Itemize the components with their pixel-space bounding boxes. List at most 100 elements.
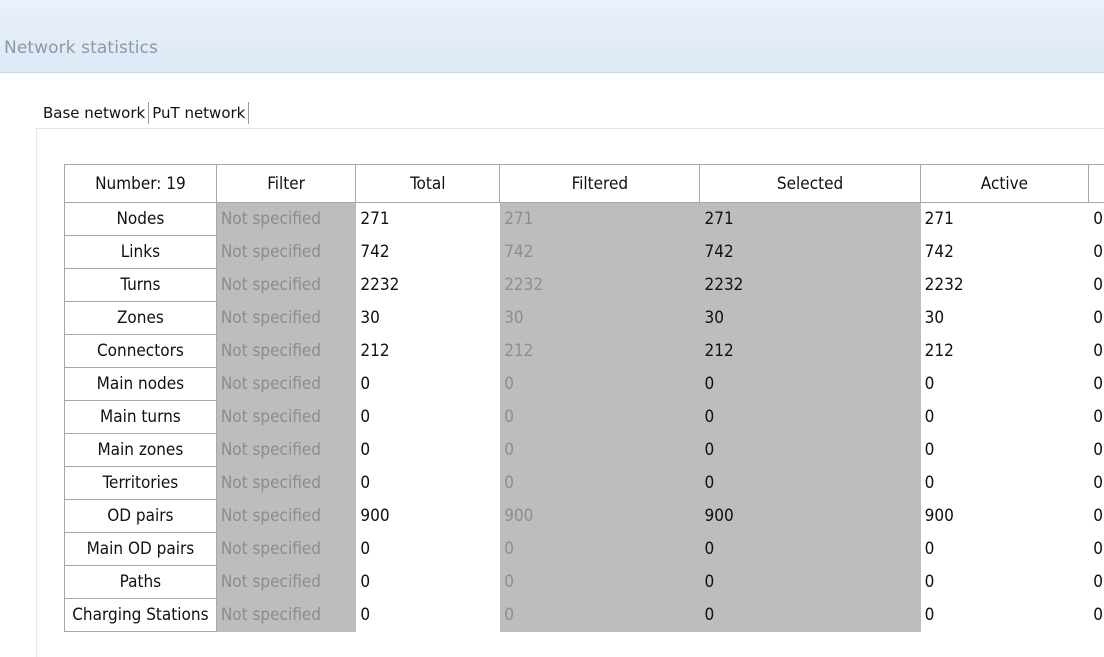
- active-cell[interactable]: 0: [919, 400, 1090, 434]
- total-cell[interactable]: 0: [355, 367, 501, 401]
- active-cell[interactable]: 0: [919, 466, 1090, 500]
- selected-cell[interactable]: 30: [699, 301, 921, 335]
- selected-cell[interactable]: 271: [699, 202, 921, 236]
- filtered-cell[interactable]: 0: [499, 433, 701, 467]
- filter-cell[interactable]: Not specified: [215, 334, 357, 368]
- tab-base-network[interactable]: Base network: [40, 102, 150, 124]
- row-header[interactable]: Main zones: [64, 433, 217, 467]
- selected-cell[interactable]: 0: [699, 598, 921, 632]
- extra-cell[interactable]: 0: [1088, 598, 1104, 632]
- total-cell[interactable]: 2232: [355, 268, 501, 302]
- extra-cell[interactable]: 0: [1088, 532, 1104, 566]
- header-filtered[interactable]: Filtered: [499, 164, 701, 203]
- table-row[interactable]: Connectors Not specified 212 212 212 212 0: [64, 334, 1104, 368]
- row-header[interactable]: OD pairs: [64, 499, 217, 533]
- selected-cell[interactable]: 0: [699, 466, 921, 500]
- selected-cell[interactable]: 0: [699, 367, 921, 401]
- filter-cell[interactable]: Not specified: [215, 565, 357, 599]
- header-filter[interactable]: Filter: [215, 164, 357, 203]
- selected-cell[interactable]: 2232: [699, 268, 921, 302]
- filtered-cell[interactable]: 271: [499, 202, 701, 236]
- table-row[interactable]: Zones Not specified 30 30 30 30 0: [64, 301, 1104, 335]
- header-number[interactable]: Number: 19: [64, 164, 217, 203]
- extra-cell[interactable]: 0: [1088, 466, 1104, 500]
- filtered-cell[interactable]: 30: [499, 301, 701, 335]
- total-cell[interactable]: 0: [355, 433, 501, 467]
- extra-cell[interactable]: 0: [1088, 565, 1104, 599]
- filter-cell[interactable]: Not specified: [215, 235, 357, 269]
- selected-cell[interactable]: 0: [699, 433, 921, 467]
- table-row[interactable]: Main turns Not specified 0 0 0 0 0: [64, 400, 1104, 434]
- filter-cell[interactable]: Not specified: [215, 301, 357, 335]
- active-cell[interactable]: 271: [919, 202, 1090, 236]
- header-extra[interactable]: [1088, 164, 1104, 203]
- table-row[interactable]: OD pairs Not specified 900 900 900 900 0: [64, 499, 1104, 533]
- active-cell[interactable]: 30: [919, 301, 1090, 335]
- extra-cell[interactable]: 0: [1088, 235, 1104, 269]
- selected-cell[interactable]: 900: [699, 499, 921, 533]
- table-row[interactable]: Territories Not specified 0 0 0 0 0: [64, 466, 1104, 500]
- total-cell[interactable]: 0: [355, 400, 501, 434]
- active-cell[interactable]: 0: [919, 532, 1090, 566]
- row-header[interactable]: Charging Stations: [64, 598, 217, 632]
- table-row[interactable]: Main zones Not specified 0 0 0 0 0: [64, 433, 1104, 467]
- total-cell[interactable]: 742: [355, 235, 501, 269]
- total-cell[interactable]: 271: [355, 202, 501, 236]
- total-cell[interactable]: 900: [355, 499, 501, 533]
- selected-cell[interactable]: 742: [699, 235, 921, 269]
- total-cell[interactable]: 30: [355, 301, 501, 335]
- table-row[interactable]: Links Not specified 742 742 742 742 0: [64, 235, 1104, 269]
- total-cell[interactable]: 0: [355, 565, 501, 599]
- active-cell[interactable]: 0: [919, 367, 1090, 401]
- selected-cell[interactable]: 0: [699, 532, 921, 566]
- total-cell[interactable]: 0: [355, 598, 501, 632]
- filter-cell[interactable]: Not specified: [215, 367, 357, 401]
- total-cell[interactable]: 0: [355, 532, 501, 566]
- filtered-cell[interactable]: 0: [499, 367, 701, 401]
- selected-cell[interactable]: 212: [699, 334, 921, 368]
- filtered-cell[interactable]: 0: [499, 565, 701, 599]
- row-header[interactable]: Main turns: [64, 400, 217, 434]
- filtered-cell[interactable]: 0: [499, 400, 701, 434]
- filtered-cell[interactable]: 742: [499, 235, 701, 269]
- filter-cell[interactable]: Not specified: [215, 598, 357, 632]
- active-cell[interactable]: 2232: [919, 268, 1090, 302]
- table-row[interactable]: Paths Not specified 0 0 0 0 0: [64, 565, 1104, 599]
- table-row[interactable]: Main nodes Not specified 0 0 0 0 0: [64, 367, 1104, 401]
- title-bar[interactable]: Network statistics: [0, 0, 1104, 73]
- selected-cell[interactable]: 0: [699, 400, 921, 434]
- header-active[interactable]: Active: [919, 164, 1090, 203]
- row-header[interactable]: Zones: [64, 301, 217, 335]
- filtered-cell[interactable]: 2232: [499, 268, 701, 302]
- row-header[interactable]: Main OD pairs: [64, 532, 217, 566]
- active-cell[interactable]: 0: [919, 598, 1090, 632]
- active-cell[interactable]: 212: [919, 334, 1090, 368]
- table-row[interactable]: Main OD pairs Not specified 0 0 0 0 0: [64, 532, 1104, 566]
- filter-cell[interactable]: Not specified: [215, 532, 357, 566]
- extra-cell[interactable]: 0: [1088, 433, 1104, 467]
- filtered-cell[interactable]: 0: [499, 532, 701, 566]
- filter-cell[interactable]: Not specified: [215, 466, 357, 500]
- filtered-cell[interactable]: 0: [499, 466, 701, 500]
- tab-put-network[interactable]: PuT network: [149, 102, 250, 124]
- row-header[interactable]: Links: [64, 235, 217, 269]
- active-cell[interactable]: 0: [919, 565, 1090, 599]
- row-header[interactable]: Territories: [64, 466, 217, 500]
- active-cell[interactable]: 742: [919, 235, 1090, 269]
- extra-cell[interactable]: 0: [1088, 400, 1104, 434]
- row-header[interactable]: Nodes: [64, 202, 217, 236]
- table-row[interactable]: Turns Not specified 2232 2232 2232 2232 0: [64, 268, 1104, 302]
- filter-cell[interactable]: Not specified: [215, 433, 357, 467]
- selected-cell[interactable]: 0: [699, 565, 921, 599]
- extra-cell[interactable]: 0: [1088, 334, 1104, 368]
- filter-cell[interactable]: Not specified: [215, 499, 357, 533]
- table-row[interactable]: Charging Stations Not specified 0 0 0 0 0: [64, 598, 1104, 632]
- extra-cell[interactable]: 0: [1088, 367, 1104, 401]
- filtered-cell[interactable]: 0: [499, 598, 701, 632]
- row-header[interactable]: Connectors: [64, 334, 217, 368]
- filter-cell[interactable]: Not specified: [215, 202, 357, 236]
- total-cell[interactable]: 0: [355, 466, 501, 500]
- extra-cell[interactable]: 0: [1088, 202, 1104, 236]
- active-cell[interactable]: 900: [919, 499, 1090, 533]
- filtered-cell[interactable]: 212: [499, 334, 701, 368]
